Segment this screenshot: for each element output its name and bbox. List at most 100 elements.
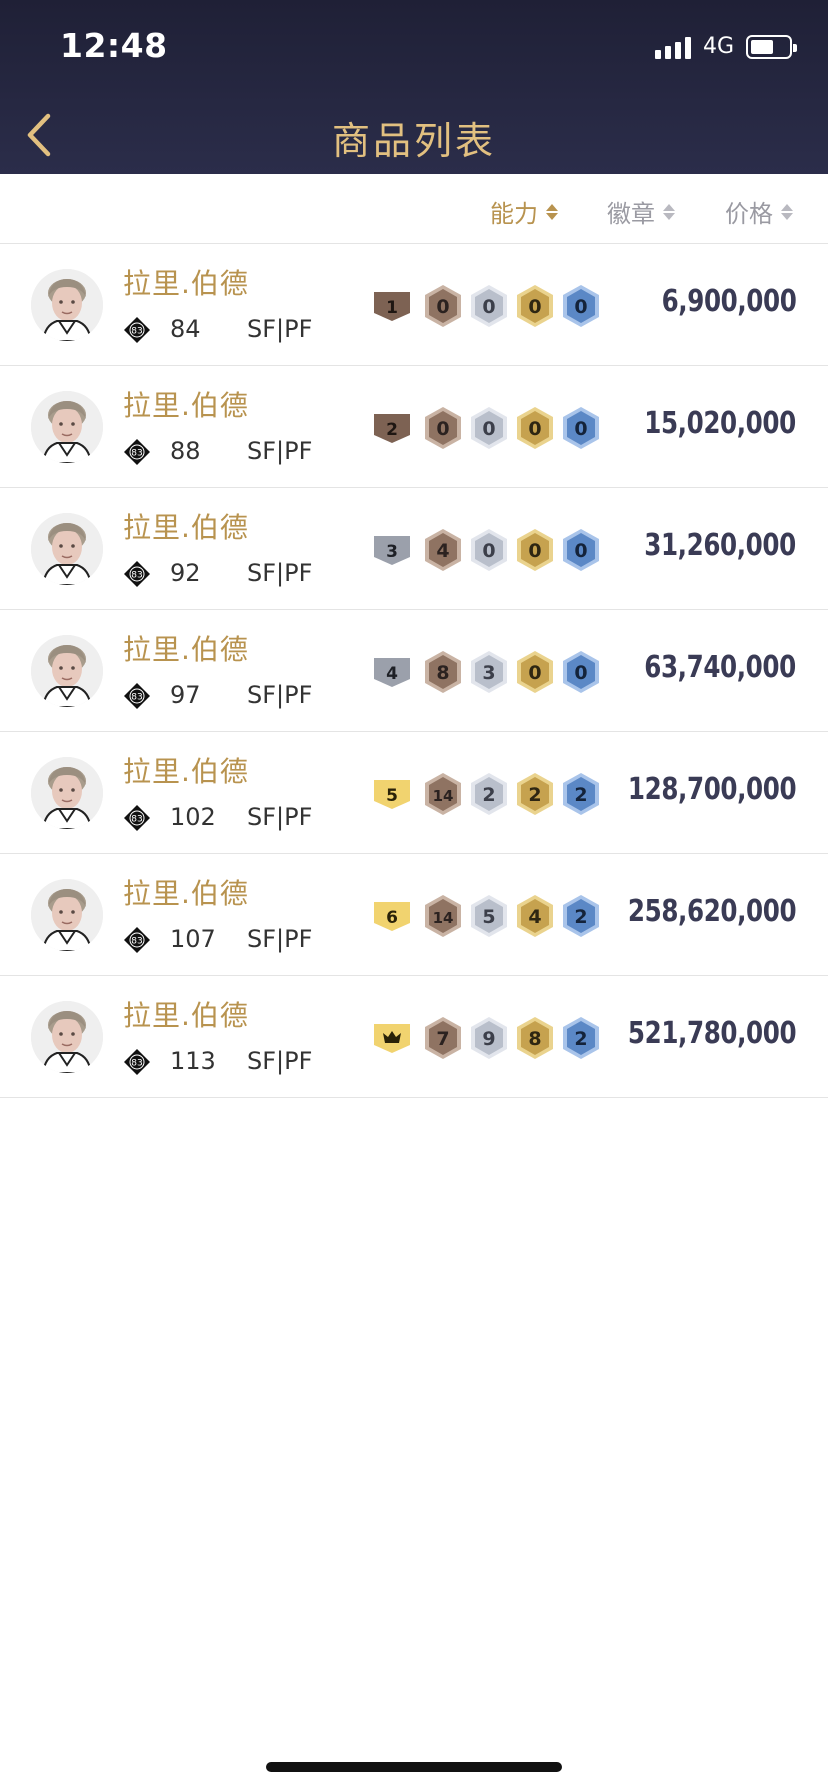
avatar xyxy=(31,757,103,829)
overall-icon-number: 83 xyxy=(131,1059,142,1069)
badge-group: 3 4 0 0 0 xyxy=(372,527,606,573)
badge-hex: 0 xyxy=(514,527,556,573)
badge-count: 8 xyxy=(436,662,449,684)
badge-count: 0 xyxy=(574,540,587,562)
badge-count: 0 xyxy=(528,662,541,684)
price: 31,260,000 xyxy=(644,528,796,563)
avatar xyxy=(31,635,103,707)
badge-hex: 14 xyxy=(422,893,464,939)
badge-count: 2 xyxy=(574,906,587,928)
badge-count: 2 xyxy=(482,784,495,806)
badge-hex: 0 xyxy=(560,527,602,573)
badge-hex: 0 xyxy=(422,283,464,329)
level-number: 2 xyxy=(386,420,398,440)
badge-count: 0 xyxy=(482,540,495,562)
badge-count: 9 xyxy=(482,1028,495,1050)
badge-count: 0 xyxy=(574,662,587,684)
player-position: SF|PF xyxy=(247,1047,313,1075)
ability-rating: 84 xyxy=(170,315,201,343)
player-name: 拉里.伯德 xyxy=(123,267,249,300)
badge-hex: 8 xyxy=(514,1015,556,1061)
badge-hex: 0 xyxy=(514,283,556,329)
list-item[interactable]: 拉里.伯德 83 88 SF|PF 2 0 0 0 0 15,020,000 xyxy=(0,366,828,488)
sort-by-ability[interactable]: 能力 xyxy=(490,194,558,229)
badge-count: 2 xyxy=(574,784,587,806)
badge-group: 2 0 0 0 0 xyxy=(372,405,606,451)
price: 258,620,000 xyxy=(627,894,797,929)
badge-group: 5 14 2 2 2 xyxy=(372,771,606,817)
network-type: 4G xyxy=(702,34,734,59)
avatar xyxy=(31,513,103,585)
price: 15,020,000 xyxy=(644,406,796,441)
sort-arrows-icon xyxy=(546,203,558,220)
sort-by-price[interactable]: 价格 xyxy=(725,194,793,229)
badge-count: 14 xyxy=(433,909,454,927)
list-item[interactable]: 拉里.伯德 83 113 SF|PF 7 9 8 2 521,780,000 xyxy=(0,976,828,1098)
level-badge: 1 xyxy=(372,289,412,323)
badge-group: 6 14 5 4 2 xyxy=(372,893,606,939)
home-indicator[interactable] xyxy=(266,1762,562,1772)
badge-count: 0 xyxy=(574,296,587,318)
badge-count: 3 xyxy=(482,662,495,684)
level-number: 3 xyxy=(386,542,398,562)
level-badge: 6 xyxy=(372,899,412,933)
badge-hex: 0 xyxy=(468,283,510,329)
level-number: 5 xyxy=(386,786,398,806)
list-item[interactable]: 拉里.伯德 83 97 SF|PF 4 8 3 0 0 63,740,000 xyxy=(0,610,828,732)
player-name: 拉里.伯德 xyxy=(123,755,249,788)
sort-price-label: 价格 xyxy=(725,200,773,228)
player-name: 拉里.伯德 xyxy=(123,389,249,422)
badge-hex: 2 xyxy=(560,1015,602,1061)
badge-hex: 2 xyxy=(560,893,602,939)
badge-hex: 4 xyxy=(514,893,556,939)
sort-ability-label: 能力 xyxy=(490,200,538,228)
badge-hex: 0 xyxy=(514,649,556,695)
overall-diamond-icon: 83 xyxy=(123,804,151,832)
status-time: 12:48 xyxy=(60,26,168,65)
avatar xyxy=(31,269,103,341)
signal-icon xyxy=(654,35,691,59)
badge-hex: 0 xyxy=(560,283,602,329)
list-item[interactable]: 拉里.伯德 83 107 SF|PF 6 14 5 4 2 258,620,00… xyxy=(0,854,828,976)
badge-count: 0 xyxy=(436,296,449,318)
badge-hex: 2 xyxy=(560,771,602,817)
level-number: 6 xyxy=(386,908,398,928)
badge-hex: 0 xyxy=(560,649,602,695)
ability-rating: 107 xyxy=(170,925,216,953)
player-name: 拉里.伯德 xyxy=(123,633,249,666)
badge-hex: 0 xyxy=(468,405,510,451)
badge-hex: 0 xyxy=(468,527,510,573)
overall-diamond-icon: 83 xyxy=(123,926,151,954)
badge-hex: 4 xyxy=(422,527,464,573)
badge-count: 4 xyxy=(436,540,449,562)
badge-hex: 9 xyxy=(468,1015,510,1061)
level-badge: 4 xyxy=(372,655,412,689)
header: 12:48 4G 商品列表 xyxy=(0,0,828,174)
list-item[interactable]: 拉里.伯德 83 84 SF|PF 1 0 0 0 0 6,900,000 xyxy=(0,244,828,366)
badge-count: 0 xyxy=(482,418,495,440)
sort-by-badge[interactable]: 徽章 xyxy=(607,194,675,229)
overall-diamond-icon: 83 xyxy=(123,682,151,710)
player-name: 拉里.伯德 xyxy=(123,999,249,1032)
ability-rating: 92 xyxy=(170,559,201,587)
player-name: 拉里.伯德 xyxy=(123,511,249,544)
badge-group: 4 8 3 0 0 xyxy=(372,649,606,695)
overall-icon-number: 83 xyxy=(131,815,142,825)
battery-icon xyxy=(746,34,797,59)
badge-hex: 2 xyxy=(514,771,556,817)
overall-diamond-icon: 83 xyxy=(123,438,151,466)
list-item[interactable]: 拉里.伯德 83 102 SF|PF 5 14 2 2 2 128,700,00… xyxy=(0,732,828,854)
badge-hex: 14 xyxy=(422,771,464,817)
sort-bar: 能力 徽章 价格 xyxy=(0,174,828,244)
ability-rating: 113 xyxy=(170,1047,216,1075)
player-position: SF|PF xyxy=(247,437,313,465)
avatar xyxy=(31,391,103,463)
badge-count: 2 xyxy=(528,784,541,806)
badge-count: 0 xyxy=(528,418,541,440)
badge-group: 7 9 8 2 xyxy=(372,1015,606,1061)
list-item[interactable]: 拉里.伯德 83 92 SF|PF 3 4 0 0 0 31,260,000 xyxy=(0,488,828,610)
badge-hex: 8 xyxy=(422,649,464,695)
badge-count: 8 xyxy=(528,1028,541,1050)
badge-hex: 0 xyxy=(560,405,602,451)
badge-hex: 3 xyxy=(468,649,510,695)
